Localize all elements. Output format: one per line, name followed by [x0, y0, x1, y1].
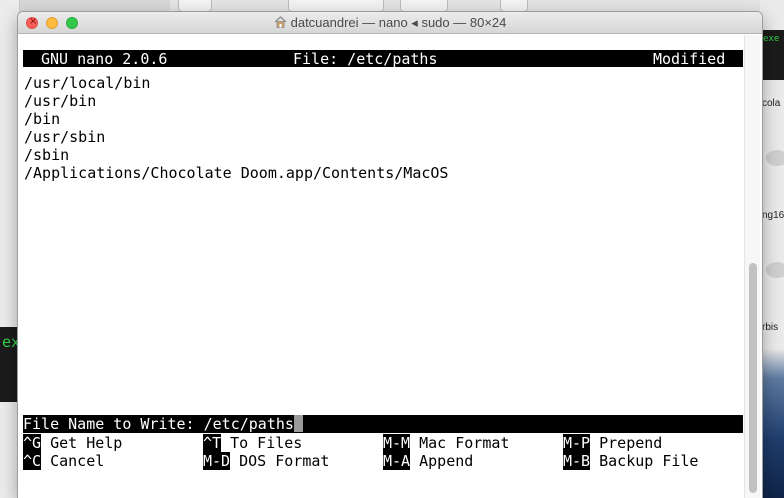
- shortcut-label: Append: [410, 452, 474, 470]
- shortcut-get-help[interactable]: ^G Get Help: [23, 434, 122, 452]
- shortcut-mac-format[interactable]: M-M Mac Format: [383, 434, 509, 452]
- text-cursor: [293, 415, 303, 432]
- background-terminal-right: exe: [760, 30, 784, 80]
- terminal-content[interactable]: GNU nano 2.0.6 File: /etc/paths Modified…: [18, 35, 762, 498]
- write-prompt-text: File Name to Write: /etc/paths: [23, 415, 294, 433]
- file-line[interactable]: /usr/sbin: [24, 128, 105, 146]
- shortcut-label: Mac Format: [410, 434, 510, 452]
- shortcut-dos-format[interactable]: M-D DOS Format: [203, 452, 329, 470]
- bg-fragment: ng16: [762, 210, 784, 221]
- shortcut-label: To Files: [221, 434, 303, 452]
- window-title: datcuandrei — nano ◂ sudo — 80×24: [18, 15, 762, 31]
- shortcut-key: ^T: [203, 434, 222, 452]
- shortcut-to-files[interactable]: ^T To Files: [203, 434, 302, 452]
- shortcut-key: M-P: [563, 434, 591, 452]
- background-terminal-left: ex: [0, 327, 20, 402]
- home-icon: [274, 16, 287, 28]
- nano-header: GNU nano 2.0.6 File: /etc/paths Modified: [23, 50, 743, 68]
- shortcut-label: Backup File: [590, 452, 699, 470]
- nano-file-label: File: /etc/paths: [293, 50, 438, 68]
- shortcut-backup-file[interactable]: M-B Backup File: [563, 452, 698, 470]
- shortcut-key: M-A: [383, 452, 411, 470]
- background-view-buttons: [288, 0, 384, 12]
- shortcut-append[interactable]: M-A Append: [383, 452, 473, 470]
- vertical-scrollbar[interactable]: [744, 35, 760, 498]
- window-title-text: datcuandrei — nano ◂ sudo — 80×24: [290, 15, 507, 30]
- background-share-button: [500, 0, 528, 12]
- write-prompt[interactable]: File Name to Write: /etc/paths: [23, 415, 743, 433]
- shortcut-label: DOS Format: [230, 452, 330, 470]
- shortcut-label: Cancel: [41, 452, 105, 470]
- shortcut-key: M-B: [563, 452, 591, 470]
- nano-status: Modified: [653, 50, 726, 68]
- bg-disk-icon: [766, 150, 784, 166]
- shortcut-label: Prepend: [590, 434, 663, 452]
- terminal-window: × datcuandrei — nano ◂ sudo — 80×24 GNU …: [18, 12, 762, 498]
- nano-version: GNU nano 2.0.6: [41, 50, 168, 68]
- scrollbar-thumb[interactable]: [749, 263, 757, 493]
- shortcut-cancel[interactable]: ^C Cancel: [23, 452, 104, 470]
- background-window-right: exe cola ng16 rbis: [760, 0, 784, 498]
- file-line[interactable]: /Applications/Chocolate Doom.app/Content…: [24, 164, 448, 182]
- background-nav-buttons: [178, 0, 212, 12]
- shortcut-key: ^G: [23, 434, 42, 452]
- file-line[interactable]: /usr/bin: [24, 92, 96, 110]
- shortcut-label: Get Help: [41, 434, 123, 452]
- bg-disk-icon: [766, 262, 784, 278]
- shortcut-key: ^C: [23, 452, 42, 470]
- file-line[interactable]: /bin: [24, 110, 60, 128]
- background-action-button: [400, 0, 448, 12]
- shortcut-prepend[interactable]: M-P Prepend: [563, 434, 662, 452]
- file-line[interactable]: /usr/local/bin: [24, 74, 150, 92]
- bg-fragment: cola: [762, 98, 781, 109]
- file-line[interactable]: /sbin: [24, 146, 69, 164]
- title-bar[interactable]: × datcuandrei — nano ◂ sudo — 80×24: [18, 12, 762, 34]
- shortcut-key: M-D: [203, 452, 231, 470]
- shortcut-key: M-M: [383, 434, 411, 452]
- bg-fragment: rbis: [762, 322, 779, 333]
- background-window-left: exe 364 OS lica tent lece lece one ted n…: [0, 0, 20, 498]
